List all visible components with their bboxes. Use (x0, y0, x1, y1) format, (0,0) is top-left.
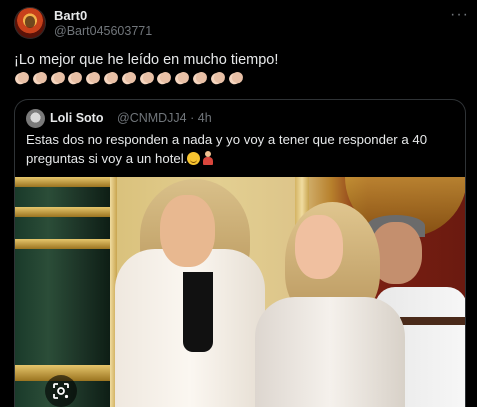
grinning-sweat-face-icon (187, 152, 201, 165)
clapping-hands-icon (192, 71, 208, 85)
clapping-hands-icon (228, 71, 244, 85)
quoted-author-name: Loli Soto (50, 111, 104, 125)
person-center-jacket (255, 297, 405, 407)
tweet-text: ¡Lo mejor que he leído en mucho tiempo! (14, 52, 279, 68)
quoted-tweet-photo[interactable] (15, 177, 465, 407)
clapping-hands-icon (14, 71, 30, 85)
clapping-hands-icon (103, 71, 119, 85)
clapping-hands-icon (50, 71, 66, 85)
google-lens-glyph (53, 383, 69, 399)
google-lens-icon[interactable] (45, 375, 77, 407)
author-avatar[interactable] (14, 7, 46, 39)
balcony-rail (400, 317, 465, 325)
person-left-face (160, 195, 215, 267)
quoted-author-handle: @CNMDJJ4 · 4h (117, 111, 212, 125)
clapping-hands-icon (32, 71, 48, 85)
clapping-hands-icon (121, 71, 137, 85)
clapping-hands-icon (85, 71, 101, 85)
person-left-top (183, 272, 213, 352)
clapping-hands-icon (67, 71, 83, 85)
quoted-tweet-card[interactable]: Loli Soto @CNMDJJ4 · 4h Estas dos no res… (14, 99, 466, 407)
clapping-hands-icon (139, 71, 155, 85)
more-options-icon[interactable]: ··· (450, 6, 469, 24)
person-center-face (295, 215, 343, 279)
clapping-hands-icon (174, 71, 190, 85)
author-handle[interactable]: @Bart045603771 (54, 24, 152, 38)
clapping-hands-icon (210, 71, 226, 85)
quoted-author-avatar (26, 109, 45, 128)
clap-emoji-row (14, 71, 244, 85)
column-ring (15, 239, 110, 249)
photo-column (15, 177, 110, 407)
author-name[interactable]: Bart0 (54, 8, 87, 23)
column-ring (15, 207, 110, 217)
clapping-hands-icon (156, 71, 172, 85)
quoted-text-body: Estas dos no responden a nada y yo voy a… (26, 132, 428, 166)
person-gesturing-icon (203, 151, 214, 165)
column-ring (15, 177, 110, 187)
quoted-tweet-text: Estas dos no responden a nada y yo voy a… (26, 130, 462, 168)
